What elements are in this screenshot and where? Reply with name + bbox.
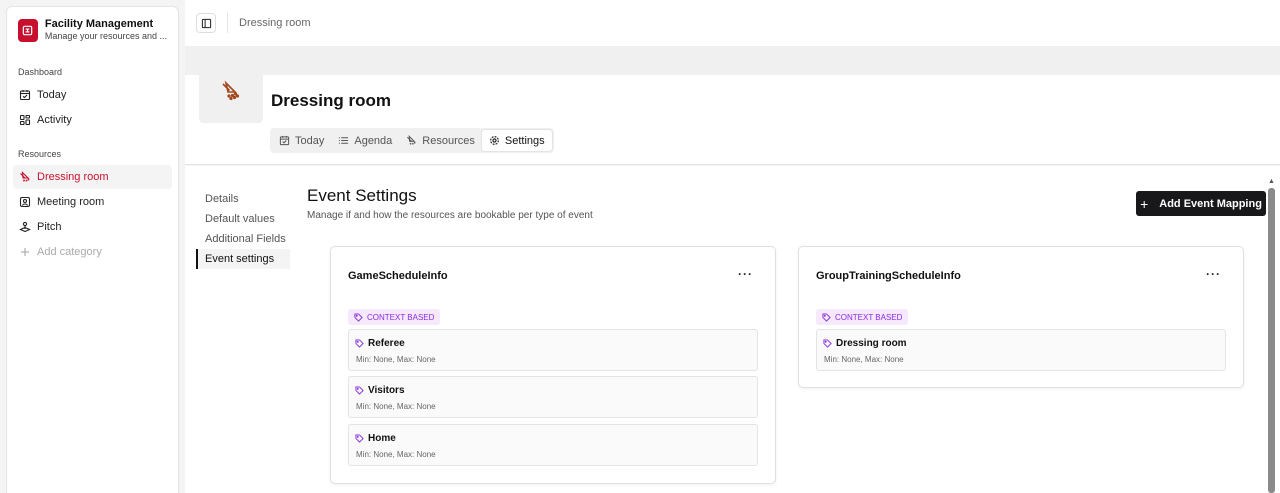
badge-label: CONTEXT BASED <box>367 312 435 322</box>
plus-icon <box>19 246 31 258</box>
brand-subtitle: Manage your resources and ... <box>44 31 167 41</box>
resource-requirement[interactable]: Home Min: None, Max: None <box>348 424 758 466</box>
breadcrumb[interactable]: Dressing room <box>239 17 311 29</box>
tag-icon <box>822 312 831 322</box>
scroll-up-arrow-icon[interactable]: ▲ <box>1268 178 1275 185</box>
brand-logo-icon <box>18 18 38 42</box>
requirement-name-row: Dressing room <box>823 338 907 349</box>
page-title: Dressing room <box>271 91 391 110</box>
sidebar-item-today[interactable]: Today <box>13 83 172 107</box>
joystick-icon <box>19 221 31 233</box>
requirement-minmax: Min: None, Max: None <box>356 355 436 364</box>
sidebar-item-label: Today <box>37 89 67 101</box>
resource-header: Dressing room Today Agenda Resources Set… <box>185 59 1280 165</box>
requirement-name-row: Referee <box>355 338 405 349</box>
requirement-minmax: Min: None, Max: None <box>356 402 436 411</box>
tab-agenda[interactable]: Agenda <box>331 130 399 151</box>
sidebar-item-dressing-room[interactable]: Dressing room <box>13 165 172 189</box>
brand[interactable]: Facility Management Manage your resource… <box>7 7 178 53</box>
sidebar-item-meeting-room[interactable]: Meeting room <box>13 190 172 214</box>
sidebar-item-label: Pitch <box>37 221 62 233</box>
tag-icon <box>355 434 364 443</box>
context-badge: CONTEXT BASED <box>348 309 441 325</box>
add-event-mapping-button[interactable]: + Add Event Mapping <box>1136 191 1266 216</box>
tab-label: Agenda <box>354 134 393 147</box>
tab-settings[interactable]: Settings <box>481 130 552 151</box>
requirement-name-row: Visitors <box>355 385 405 396</box>
sidebar-item-label: Dressing room <box>37 171 109 183</box>
settings-content: Details Default values Additional Fields… <box>185 166 1280 493</box>
brand-title: Facility Management <box>44 18 154 30</box>
event-mapping-card: GameScheduleInfo ··· CONTEXT BASED Refer… <box>330 246 776 484</box>
tab-label: Settings <box>504 134 545 147</box>
sidebar: Facility Management Manage your resource… <box>6 6 179 493</box>
sidebar-item-activity[interactable]: Activity <box>13 108 172 132</box>
requirement-minmax: Min: None, Max: None <box>356 450 436 459</box>
resource-avatar <box>199 59 263 123</box>
grid-icon <box>19 114 31 126</box>
scrollbar-thumb[interactable] <box>1268 188 1275 493</box>
subnav-item-additional-fields[interactable]: Additional Fields <box>196 229 290 249</box>
requirement-name: Dressing room <box>836 338 907 349</box>
card-title: GameScheduleInfo <box>348 270 448 282</box>
subnav-item-details[interactable]: Details <box>196 189 290 209</box>
tag-icon <box>823 339 832 348</box>
panel-left-icon <box>201 18 211 28</box>
list-icon <box>338 135 349 146</box>
badge-label: CONTEXT BASED <box>835 312 903 322</box>
subnav-item-default-values[interactable]: Default values <box>196 209 290 229</box>
sidebar-toggle-button[interactable] <box>196 13 216 33</box>
topbar: Dressing room <box>185 0 1280 46</box>
tab-resources[interactable]: Resources <box>399 130 482 151</box>
calendar-icon <box>279 135 290 146</box>
divider <box>227 13 228 33</box>
sidebar-item-pitch[interactable]: Pitch <box>13 215 172 239</box>
section-subtitle: Manage if and how the resources are book… <box>307 210 593 221</box>
shower-icon <box>406 135 417 146</box>
resource-requirement[interactable]: Referee Min: None, Max: None <box>348 329 758 371</box>
requirement-name: Home <box>368 433 396 444</box>
calendar-icon <box>19 89 31 101</box>
tab-label: Resources <box>422 134 475 147</box>
section-title: Event Settings <box>307 186 417 205</box>
section-label-dashboard: Dashboard <box>18 67 63 77</box>
meeting-icon <box>19 196 31 208</box>
sidebar-item-label: Activity <box>37 114 72 126</box>
subnav-item-event-settings[interactable]: Event settings <box>196 249 290 269</box>
tag-icon <box>355 386 364 395</box>
tab-label: Today <box>295 134 325 147</box>
resource-requirement[interactable]: Dressing room Min: None, Max: None <box>816 329 1226 371</box>
add-category-button[interactable]: Add category <box>13 240 172 264</box>
section-label-resources: Resources <box>18 149 62 159</box>
header-banner <box>185 46 1280 75</box>
plus-icon: + <box>1140 195 1149 212</box>
gear-icon <box>489 135 500 146</box>
shower-icon <box>222 80 240 101</box>
settings-subnav: Details Default values Additional Fields… <box>196 189 290 269</box>
requirement-name: Visitors <box>368 385 405 396</box>
card-title: GroupTrainingScheduleInfo <box>816 270 961 282</box>
more-options-icon[interactable]: ··· <box>1206 267 1221 281</box>
requirement-name: Referee <box>368 338 405 349</box>
tab-today[interactable]: Today <box>272 130 331 151</box>
event-mapping-card: GroupTrainingScheduleInfo ··· CONTEXT BA… <box>798 246 1244 388</box>
requirement-minmax: Min: None, Max: None <box>824 355 904 364</box>
tab-bar: Today Agenda Resources Settings <box>270 128 554 153</box>
context-badge: CONTEXT BASED <box>816 309 909 325</box>
tag-icon <box>355 339 364 348</box>
resource-requirement[interactable]: Visitors Min: None, Max: None <box>348 376 758 418</box>
sidebar-item-label: Meeting room <box>37 196 105 208</box>
add-category-label: Add category <box>37 246 102 258</box>
scrollbar[interactable]: ▲ <box>1268 178 1276 493</box>
requirement-name-row: Home <box>355 433 396 444</box>
more-options-icon[interactable]: ··· <box>738 267 753 281</box>
add-button-label: Add Event Mapping <box>1159 197 1262 210</box>
shower-icon <box>19 171 31 183</box>
tag-icon <box>354 312 363 322</box>
